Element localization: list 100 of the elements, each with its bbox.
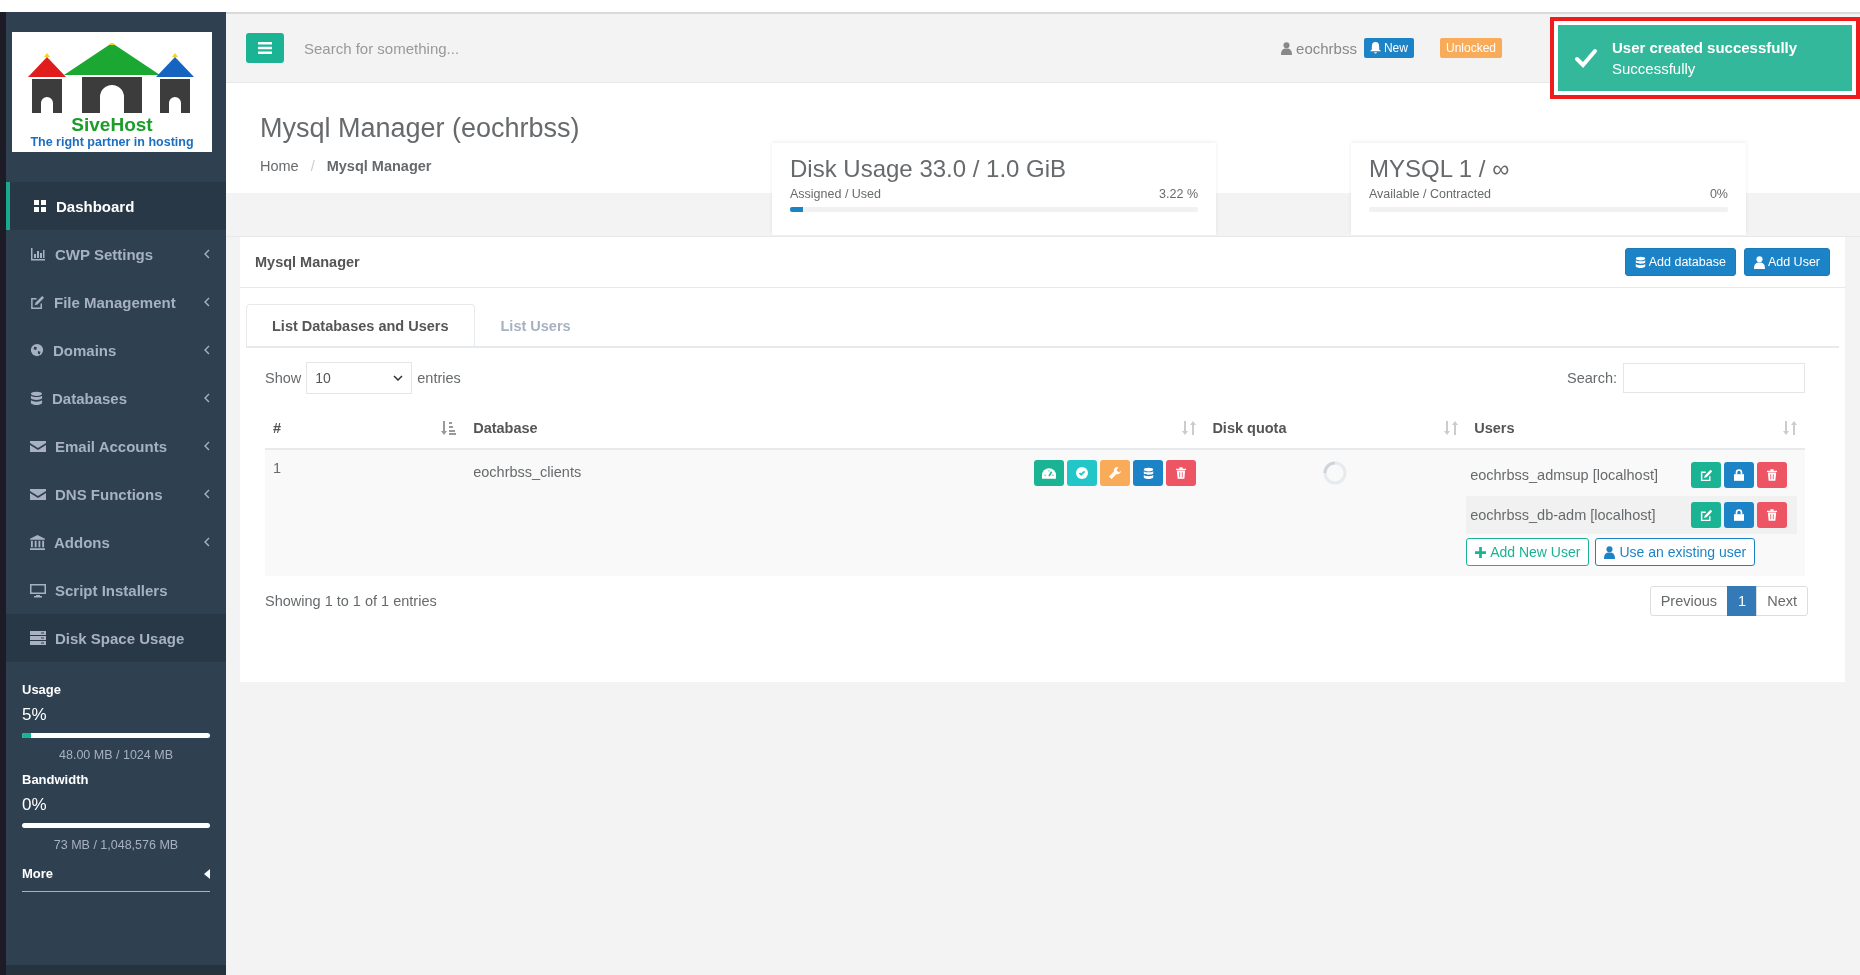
plus-icon [1475,546,1487,558]
monitor-icon [30,582,46,598]
search-field[interactable] [1623,363,1805,393]
add-new-user-button[interactable]: Add New User [1466,538,1590,566]
breadcrumb-separator: / [310,158,315,174]
menu-item[interactable]: Dashboard [6,182,226,230]
dashboard-icon [33,199,47,213]
page-title: Mysql Manager (eochrbss) [260,113,581,144]
meter-label: Usage [22,682,63,697]
stat-caption: Assigned / Used [790,187,882,201]
table-cell-text: eochrbss_clients [473,463,582,480]
user-icon [1753,255,1765,269]
edit-icon [1699,468,1713,482]
stat-reading: 3.22 % [1159,187,1198,201]
toast-message: Successfully [1612,60,1697,77]
page-button[interactable]: Next [1756,586,1808,616]
edit-icon [30,294,45,310]
entries-select[interactable]: 10 [306,362,413,394]
database-button[interactable] [1133,460,1164,486]
column-header[interactable]: Users [1474,420,1515,436]
menu-item[interactable]: Domains [6,326,226,374]
meter-detail: 48.00 MB / 1024 MB [58,748,174,762]
edit-icon [1699,508,1713,522]
check-button[interactable] [1067,460,1098,486]
edit-button[interactable] [1691,462,1721,488]
lock-icon [1734,509,1744,521]
wrench-icon [1109,467,1122,479]
database-icon [1634,255,1646,269]
show-label: Show [265,370,302,386]
user-icon [1604,545,1616,559]
bell-icon [1369,42,1381,54]
trash-icon [1767,469,1777,481]
table-cell: eochrbss_db-adm [localhost] [1470,507,1656,523]
stat-title: Disk Usage 33.0 / 1.0 GiB [790,155,1068,183]
menu-item[interactable]: Databases [6,374,226,422]
menu-item[interactable]: CWP Settings [6,230,226,278]
meter-label: Bandwidth [22,772,90,787]
trash-icon [1176,467,1187,479]
menu-button[interactable] [246,33,284,63]
table-info: Showing 1 to 1 of 1 entries [265,593,437,609]
search-label: Search: [1567,370,1617,386]
menu-item[interactable]: Script Installers [6,566,226,614]
panel-title: Mysql Manager [255,254,360,270]
edit-button[interactable] [1691,502,1721,528]
table-cell: 1 [273,460,282,476]
envelope-icon [30,439,46,453]
globe-icon [30,343,44,357]
menu-item[interactable]: File Management [6,278,226,326]
meter-detail: 73 MB / 1,048,576 MB [52,838,180,852]
more-link[interactable]: More [22,862,210,892]
chevron-down-icon [393,375,404,381]
lock-button[interactable] [1724,462,1754,488]
stat-reading: 0% [1709,187,1728,201]
page-button[interactable]: 1 [1727,586,1758,616]
trash-icon [1767,509,1777,521]
bank-icon [30,534,45,550]
table-cell: eochrbss_admsup [localhost] [1470,467,1658,483]
lock-button[interactable] [1724,502,1754,528]
server-icon [30,631,46,645]
meter-percent: 0% [22,795,48,815]
logo-name: SiveHost [71,115,153,135]
loading-spinner-icon [1322,460,1349,486]
stats-button[interactable] [1034,460,1065,486]
menu-item[interactable]: Addons [6,518,226,566]
envelope-icon [30,487,46,501]
database-icon [1142,466,1154,480]
notification-badge: New [1363,38,1414,58]
add-user-button[interactable]: Add User [1743,248,1830,276]
meter-percent: 5% [22,705,48,725]
user-icon [1281,41,1293,55]
delete-button[interactable] [1166,460,1197,486]
database-icon [30,390,43,406]
tab[interactable]: List Databases and Users [246,304,475,346]
page-button[interactable]: Previous [1649,586,1729,616]
bar-chart-icon [30,247,46,261]
breadcrumb-item[interactable]: Home [260,158,299,174]
menu-icon [258,42,272,54]
menu-item[interactable]: DNS Functions [6,470,226,518]
gauge-icon [1042,467,1057,479]
existing-user-button[interactable]: Use an existing user [1595,538,1756,566]
column-header[interactable]: Database [473,420,538,436]
column-header[interactable]: # [273,420,282,436]
entries-label: entries [417,370,461,386]
repair-button[interactable] [1100,460,1131,486]
status-badge: Unlocked [1439,38,1502,58]
search-field[interactable]: Search for something... [302,38,606,58]
menu-item[interactable]: Disk Space Usage [6,614,226,662]
delete-button[interactable] [1757,462,1787,488]
logo-tagline: The right partner in hosting [30,135,194,150]
menu-item[interactable]: Email Accounts [6,422,226,470]
column-header[interactable]: Disk quota [1212,420,1287,436]
add-database-button[interactable]: Add database [1624,248,1736,276]
user-name[interactable]: eochrbss [1296,39,1357,57]
check-circle-icon [1076,467,1089,479]
stat-caption: Available / Contracted [1369,187,1492,201]
breadcrumb-item: Mysql Manager [326,158,432,174]
check-icon [1574,48,1598,68]
stat-title: MYSQL 1 / ∞ [1369,155,1511,183]
delete-button[interactable] [1757,502,1787,528]
lock-icon [1734,469,1744,481]
